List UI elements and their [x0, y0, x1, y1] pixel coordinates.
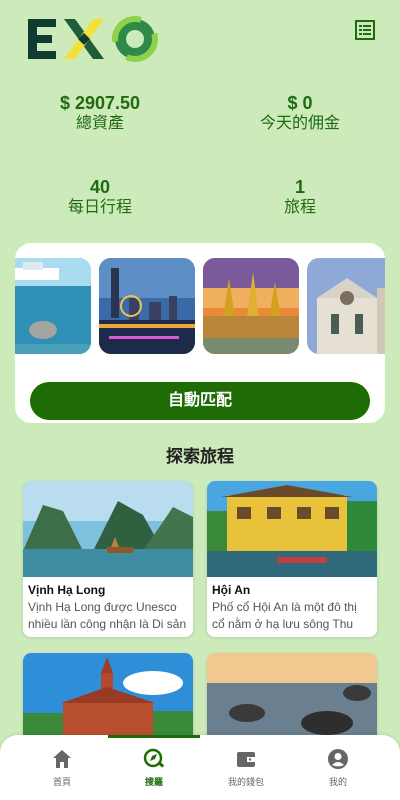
- nav-item-profile[interactable]: 我的: [288, 735, 388, 800]
- stat-daily-trips: 40 每日行程: [0, 176, 200, 218]
- stat-value: 40: [89, 177, 111, 197]
- stat-value: $ 2907.50: [59, 93, 141, 113]
- destination-gallery[interactable]: [15, 258, 385, 354]
- tour-card-beach[interactable]: [207, 653, 377, 743]
- stat-label: 旅程: [283, 199, 316, 216]
- stat-value: $ 0: [287, 93, 313, 113]
- tour-name: Vịnh Hạ Long: [28, 583, 106, 597]
- stat-journeys: 1 旅程: [200, 176, 400, 218]
- stat-today-commission: $ 0 今天的佣金: [200, 92, 400, 134]
- tour-description: Vịnh Hạ Long được Unesco nhiều lần công …: [28, 600, 187, 631]
- nav-item-home[interactable]: 首頁: [12, 735, 112, 800]
- gallery-image-temple[interactable]: [203, 258, 299, 354]
- nav-label: 我的: [328, 777, 347, 787]
- auto-match-button[interactable]: 自動匹配: [30, 382, 370, 420]
- nav-label: 我的錢包: [227, 777, 264, 787]
- gallery-image-city-night[interactable]: [99, 258, 195, 354]
- profile-icon: [328, 749, 348, 769]
- tour-image-beach: [207, 653, 377, 743]
- tour-name: Hội An: [212, 583, 251, 597]
- stat-label: 總資產: [75, 115, 124, 132]
- stat-label: 每日行程: [67, 199, 132, 216]
- tour-card-ha-long[interactable]: Vịnh Hạ Long Vịnh Hạ Long được Unesco nh…: [23, 481, 193, 637]
- list-menu-icon[interactable]: [354, 19, 376, 41]
- explore-icon: [143, 748, 165, 768]
- wallet-icon: [237, 752, 255, 767]
- tour-card-hoi-an[interactable]: Hội An Phố cổ Hội An là một đô thị cổ nằ…: [207, 481, 377, 637]
- tour-image-cathedral: [23, 653, 193, 743]
- nav-label: 首頁: [52, 777, 71, 787]
- gallery-image-cathedral[interactable]: [307, 258, 385, 354]
- tour-image-hoi-an: [207, 481, 377, 577]
- nav-label: 搜羅: [144, 777, 163, 787]
- nav-item-wallet[interactable]: 我的錢包: [196, 735, 296, 800]
- header: [0, 0, 400, 70]
- stat-total-assets: $ 2907.50 總資產: [0, 92, 200, 134]
- stat-value: 1: [294, 177, 305, 197]
- exo-logo: [28, 16, 158, 62]
- bottom-nav: 首頁 搜羅 我的錢包 我的: [0, 735, 400, 800]
- explore-title: 探索旅程: [166, 447, 234, 466]
- tour-image-ha-long: [23, 481, 193, 577]
- home-icon: [53, 750, 71, 768]
- nav-item-explore[interactable]: 搜羅: [104, 735, 204, 800]
- tour-card-cathedral[interactable]: [23, 653, 193, 743]
- stat-label: 今天的佣金: [259, 115, 340, 132]
- gallery-image-sea[interactable]: [15, 258, 91, 354]
- tour-description: Phố cổ Hội An là một đô thị cổ nằm ở hạ …: [212, 600, 357, 631]
